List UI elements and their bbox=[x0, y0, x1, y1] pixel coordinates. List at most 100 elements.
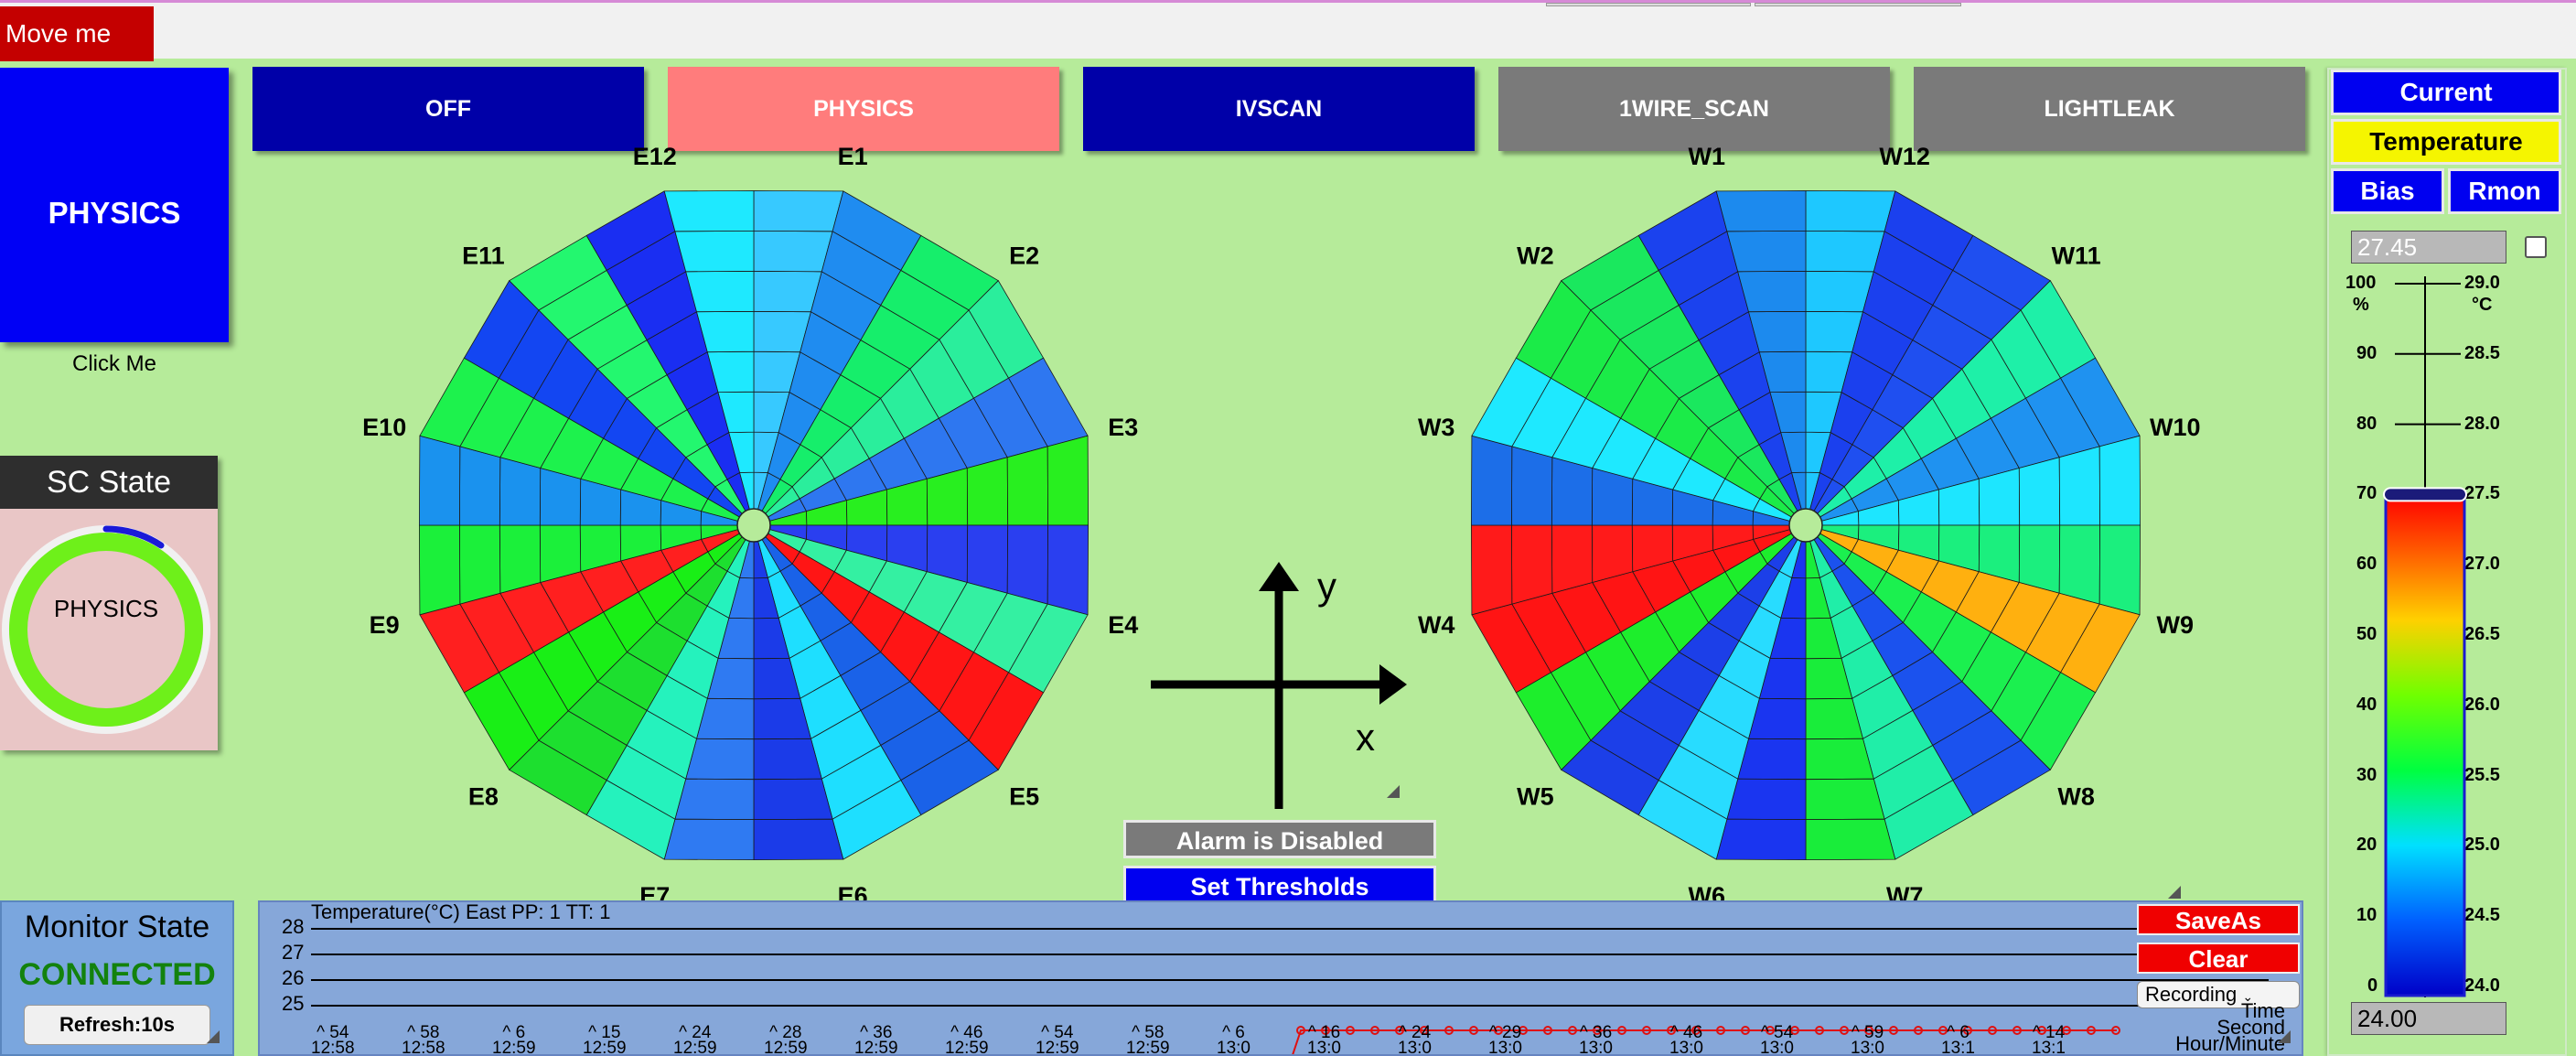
wheel-cell[interactable] bbox=[909, 631, 975, 712]
wheel-cell[interactable] bbox=[695, 697, 755, 740]
wheel-cell[interactable] bbox=[1816, 528, 1860, 553]
wheel-cell[interactable] bbox=[1671, 489, 1714, 526]
wheel-cell[interactable] bbox=[1872, 374, 1934, 429]
wheel-cell[interactable] bbox=[1873, 231, 1954, 307]
wheel-cell[interactable] bbox=[778, 391, 821, 446]
wheel-cell[interactable] bbox=[458, 446, 501, 526]
wheel-cell[interactable] bbox=[832, 780, 922, 860]
wheel-cell[interactable] bbox=[1737, 738, 1807, 781]
wheel-cell[interactable] bbox=[900, 739, 999, 816]
wheel-cell[interactable] bbox=[753, 189, 844, 232]
wheel-cell[interactable] bbox=[1712, 478, 1761, 512]
wheel-cell[interactable] bbox=[1620, 368, 1680, 439]
wheel-cell[interactable] bbox=[1590, 269, 1680, 340]
wheel-cell[interactable] bbox=[2020, 280, 2097, 379]
wheel-cell[interactable] bbox=[532, 631, 598, 712]
wheel-cell[interactable] bbox=[753, 738, 822, 781]
wheel-cell[interactable] bbox=[1791, 537, 1807, 579]
wheel-cell[interactable] bbox=[1678, 621, 1740, 676]
wheel-cell[interactable] bbox=[1818, 511, 1860, 526]
wheel-cell[interactable] bbox=[714, 533, 748, 572]
max-value-input[interactable]: 27.45 bbox=[2351, 231, 2506, 264]
wheel-cell[interactable] bbox=[1805, 778, 1885, 821]
wheel-cell[interactable] bbox=[685, 270, 755, 313]
wheel-cell[interactable] bbox=[1671, 458, 1726, 501]
wheel-cell[interactable] bbox=[619, 549, 674, 593]
wheel-cell[interactable] bbox=[1892, 652, 1963, 711]
wheel-cell[interactable] bbox=[2024, 377, 2100, 458]
wheel-cell[interactable] bbox=[739, 537, 755, 579]
wheel-cell[interactable] bbox=[1805, 577, 1831, 620]
wheel-cell[interactable] bbox=[850, 591, 905, 653]
wheel-cell[interactable] bbox=[1655, 397, 1710, 459]
wheel-cell[interactable] bbox=[1805, 391, 1842, 434]
wheel-cell[interactable] bbox=[1805, 350, 1853, 393]
wheel-cell[interactable] bbox=[1769, 391, 1807, 434]
wheel-cell[interactable] bbox=[1698, 674, 1760, 739]
wheel-cell[interactable] bbox=[596, 339, 668, 399]
top-control-right[interactable] bbox=[1755, 3, 1961, 6]
wheel-cell[interactable] bbox=[1678, 709, 1749, 780]
wheel-cell[interactable] bbox=[706, 432, 741, 480]
wheel-cell[interactable] bbox=[538, 269, 628, 340]
wheel-cell[interactable] bbox=[606, 231, 687, 307]
wheel-cell[interactable] bbox=[903, 571, 968, 633]
wheel-cell[interactable] bbox=[767, 432, 801, 480]
wheel-cell[interactable] bbox=[685, 738, 755, 781]
mode-button-lightleak[interactable]: LIGHTLEAK bbox=[1914, 67, 2305, 151]
wheel-cell[interactable] bbox=[695, 310, 755, 353]
wheel-cell[interactable] bbox=[821, 571, 870, 624]
wheel-cell[interactable] bbox=[540, 417, 605, 480]
wheel-cell[interactable] bbox=[672, 551, 716, 594]
wheel-cell[interactable] bbox=[860, 681, 940, 747]
wheel-cell[interactable] bbox=[1726, 778, 1807, 821]
wheel-cell[interactable] bbox=[968, 672, 1045, 770]
wheel-cell[interactable] bbox=[860, 304, 940, 370]
mode-button-physics[interactable]: PHYSICS bbox=[668, 67, 1059, 151]
wheel-cell[interactable] bbox=[1885, 549, 1940, 593]
wheel-cell[interactable] bbox=[1873, 571, 1922, 624]
wheel-cell[interactable] bbox=[766, 524, 808, 540]
wheel-cell[interactable] bbox=[567, 681, 648, 747]
wheel-cell[interactable] bbox=[1715, 189, 1807, 232]
wheel-cell[interactable] bbox=[1955, 571, 2020, 633]
wheel-cell[interactable] bbox=[728, 577, 755, 620]
wheel-cell[interactable] bbox=[1752, 498, 1796, 523]
wheel-cell[interactable] bbox=[1550, 652, 1621, 741]
wheel-cell[interactable] bbox=[1006, 524, 1049, 605]
wheel-cell[interactable] bbox=[1758, 570, 1793, 619]
wheel-cell[interactable] bbox=[1805, 431, 1831, 473]
wheel-cell[interactable] bbox=[585, 190, 676, 271]
move-me-button[interactable]: Move me bbox=[0, 6, 154, 61]
wheel-cell[interactable] bbox=[1978, 467, 2021, 526]
wheel-cell[interactable] bbox=[1471, 357, 1551, 447]
wheel-cell[interactable] bbox=[579, 478, 622, 526]
wheel-cell[interactable] bbox=[762, 486, 800, 520]
wheel-cell[interactable] bbox=[1008, 357, 1089, 447]
wheel-cell[interactable] bbox=[418, 524, 461, 616]
wheel-cell[interactable] bbox=[1937, 478, 1980, 526]
wheel-cell[interactable] bbox=[806, 524, 848, 551]
wheel-cell[interactable] bbox=[532, 339, 598, 419]
wheel-cell[interactable] bbox=[580, 560, 639, 613]
physics-run-panel[interactable]: PHYSICS Click Me bbox=[0, 68, 229, 376]
wheel-cell[interactable] bbox=[1852, 409, 1905, 458]
wheel-cell[interactable] bbox=[567, 304, 648, 370]
wheel-cell[interactable] bbox=[753, 577, 779, 620]
wheel-cell[interactable] bbox=[1961, 339, 2027, 419]
wheel-cell[interactable] bbox=[1843, 551, 1887, 594]
wheel-cell[interactable] bbox=[1778, 535, 1803, 579]
wheel-cell[interactable] bbox=[1830, 605, 1873, 660]
wheel-cell[interactable] bbox=[499, 457, 542, 526]
wheel-cell[interactable] bbox=[1932, 611, 1991, 683]
wheel-cell[interactable] bbox=[660, 524, 702, 551]
wheel-cell[interactable] bbox=[1932, 368, 1991, 439]
wheel-cell[interactable] bbox=[1805, 738, 1874, 781]
wheel-cell[interactable] bbox=[1805, 697, 1864, 740]
wheel-cell[interactable] bbox=[1752, 511, 1794, 526]
wheel-cell[interactable] bbox=[626, 621, 688, 676]
wheel-cell[interactable] bbox=[966, 524, 1009, 594]
wheel-cell[interactable] bbox=[820, 374, 882, 429]
wheel-cell[interactable] bbox=[463, 280, 540, 379]
wheel-cell[interactable] bbox=[1648, 339, 1720, 399]
